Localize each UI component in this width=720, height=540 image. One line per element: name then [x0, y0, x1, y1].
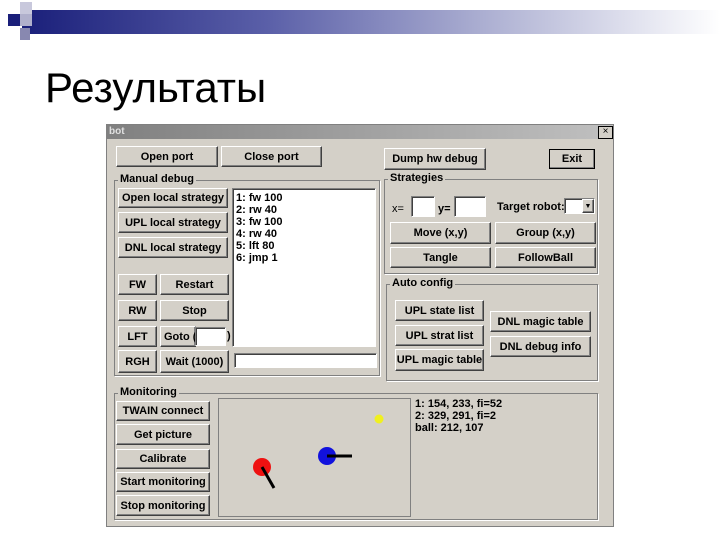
x-input[interactable] — [411, 196, 435, 217]
goto-paren: ) — [227, 330, 231, 342]
ball-marker — [374, 414, 384, 424]
calibrate-button[interactable]: Calibrate — [116, 449, 210, 469]
y-label: y= — [438, 203, 451, 215]
strategy-listbox[interactable]: 1: fw 100 2: rw 40 3: fw 100 4: rw 40 5:… — [232, 188, 376, 347]
followball-button[interactable]: FollowBall — [495, 247, 596, 268]
dnl-debug-info-button[interactable]: DNL debug info — [490, 336, 591, 357]
move-button[interactable]: Move (x,y) — [390, 222, 491, 244]
get-picture-button[interactable]: Get picture — [116, 424, 210, 445]
decor-square — [8, 14, 20, 26]
restart-button[interactable]: Restart — [160, 274, 229, 295]
ball-status: ball: 212, 107 — [415, 422, 484, 434]
close-button[interactable]: × — [598, 126, 613, 139]
group-label: Manual debug — [118, 173, 196, 185]
list-item[interactable]: 6: jmp 1 — [236, 252, 372, 264]
upl-local-strategy-button[interactable]: UPL local strategy — [118, 212, 228, 233]
robot-1-status: 1: 154, 233, fi=52 — [415, 398, 503, 410]
list-item[interactable]: 5: lft 80 — [236, 240, 372, 252]
field-view — [218, 398, 411, 517]
wait-button[interactable]: Wait (1000) — [160, 350, 229, 373]
list-item[interactable]: 4: rw 40 — [236, 228, 372, 240]
upl-strat-list-button[interactable]: UPL strat list — [395, 325, 484, 346]
rgh-button[interactable]: RGH — [118, 350, 157, 373]
chevron-down-icon[interactable]: ▼ — [582, 199, 594, 213]
goto-button[interactable]: Goto ( — [160, 326, 196, 347]
decor-square — [20, 2, 32, 14]
exit-button[interactable]: Exit — [549, 149, 595, 169]
group-label: Strategies — [388, 172, 446, 184]
dnl-local-strategy-button[interactable]: DNL local strategy — [118, 237, 228, 258]
upl-magic-table-button[interactable]: UPL magic table — [395, 349, 484, 371]
list-item[interactable]: 1: fw 100 — [236, 192, 372, 204]
robot-2-status: 2: 329, 291, fi=2 — [415, 410, 497, 422]
group-button[interactable]: Group (x,y) — [495, 222, 596, 244]
twain-connect-button[interactable]: TWAIN connect — [116, 401, 210, 421]
x-label: x= — [392, 203, 404, 215]
close-port-button[interactable]: Close port — [221, 146, 322, 167]
upl-state-list-button[interactable]: UPL state list — [395, 300, 484, 321]
stop-monitoring-button[interactable]: Stop monitoring — [116, 495, 210, 516]
open-local-strategy-button[interactable]: Open local strategy — [118, 188, 228, 208]
y-input[interactable] — [454, 196, 486, 217]
goto-input[interactable] — [195, 327, 226, 346]
rw-button[interactable]: RW — [118, 300, 157, 321]
dump-hw-debug-button[interactable]: Dump hw debug — [384, 148, 486, 170]
fw-button[interactable]: FW — [118, 274, 157, 295]
slide-banner — [22, 10, 720, 34]
target-robot-select[interactable]: ▼ — [564, 198, 595, 214]
group-label: Monitoring — [118, 386, 179, 398]
decor-square — [20, 14, 32, 26]
decor-square — [20, 28, 30, 40]
progress-bar — [234, 353, 377, 368]
start-monitoring-button[interactable]: Start monitoring — [116, 472, 210, 492]
dnl-magic-table-button[interactable]: DNL magic table — [490, 311, 591, 332]
title-bar: bot — [107, 125, 613, 139]
list-item[interactable]: 3: fw 100 — [236, 216, 372, 228]
open-port-button[interactable]: Open port — [116, 146, 218, 167]
target-robot-label: Target robot: — [497, 201, 565, 213]
group-label: Auto config — [390, 277, 456, 289]
lft-button[interactable]: LFT — [118, 326, 157, 347]
monitoring-status: 1: 154, 233, fi=52 2: 329, 291, fi=2 bal… — [412, 395, 505, 437]
tangle-button[interactable]: Tangle — [390, 247, 491, 268]
list-item[interactable]: 2: rw 40 — [236, 204, 372, 216]
stop-button[interactable]: Stop — [160, 300, 229, 321]
slide-title: Результаты — [45, 64, 267, 111]
